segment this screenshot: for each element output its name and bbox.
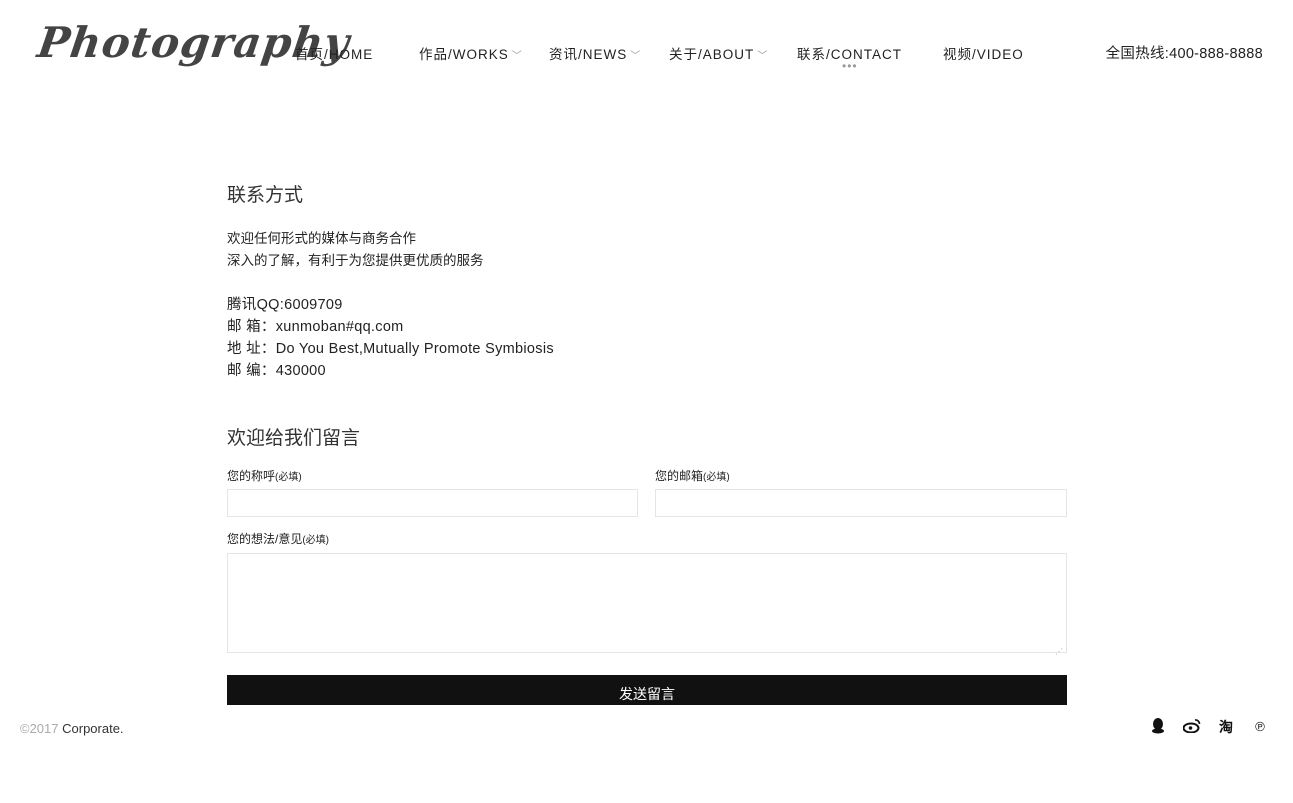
email-field-group: 您的邮箱(必填) xyxy=(655,467,1067,517)
message-label: 您的想法/意见(必填) xyxy=(227,532,330,546)
nav-item-works[interactable]: 作品/WORKS ﹀ xyxy=(419,43,523,63)
nav-item-label: 资讯/NEWS xyxy=(549,47,628,62)
nav-item-video[interactable]: 视频/VIDEO xyxy=(943,43,1024,63)
copyright-year: ©2017 xyxy=(20,721,59,736)
pinterest-icon[interactable]: ℗ xyxy=(1251,718,1269,736)
copyright-brand[interactable]: Corporate. xyxy=(62,721,123,736)
taobao-icon[interactable]: 淘 xyxy=(1217,718,1235,736)
nav-item-label: 视频/VIDEO xyxy=(943,47,1024,62)
social-links: 淘 ℗ xyxy=(1149,718,1269,736)
qq-icon[interactable] xyxy=(1149,718,1167,736)
active-nav-indicator: ••• xyxy=(842,59,858,73)
chevron-down-icon: ﹀ xyxy=(757,51,769,62)
chevron-down-icon: ﹀ xyxy=(630,51,642,62)
hotline-text: 全国热线:400-888-8888 xyxy=(1105,46,1263,62)
resize-grip-icon[interactable]: ⋰ xyxy=(1055,648,1063,656)
copyright: ©2017 Corporate. xyxy=(20,721,124,736)
site-header: Photography 首页/HOME 作品/WORKS ﹀ 资讯/NEWS ﹀ 关… xyxy=(0,0,1293,100)
message-field-group: 您的想法/意见(必填) ⋰ xyxy=(227,530,1067,658)
name-input[interactable] xyxy=(227,489,638,517)
nav-item-about[interactable]: 关于/ABOUT ﹀ xyxy=(669,43,768,63)
message-textarea[interactable] xyxy=(227,553,1067,653)
nav-item-home[interactable]: 首页/HOME xyxy=(295,43,373,63)
email-label: 您的邮箱(必填) xyxy=(655,469,730,483)
email-input[interactable] xyxy=(655,489,1067,517)
nav-item-label: 作品/WORKS xyxy=(419,47,509,62)
chevron-down-icon: ﹀ xyxy=(511,51,523,62)
send-message-button[interactable]: 发送留言 xyxy=(227,675,1067,705)
nav-item-label: 关于/ABOUT xyxy=(669,47,755,62)
nav-item-news[interactable]: 资讯/NEWS ﹀ xyxy=(549,43,641,63)
nav-item-label: 首页/HOME xyxy=(295,47,374,62)
message-form: 您的称呼(必填) 您的邮箱(必填) 您的想法/意见(必填) ⋰ 发送留言 xyxy=(227,180,1067,720)
weibo-icon[interactable] xyxy=(1182,718,1201,736)
name-label: 您的称呼(必填) xyxy=(227,469,302,483)
name-field-group: 您的称呼(必填) xyxy=(227,467,638,517)
